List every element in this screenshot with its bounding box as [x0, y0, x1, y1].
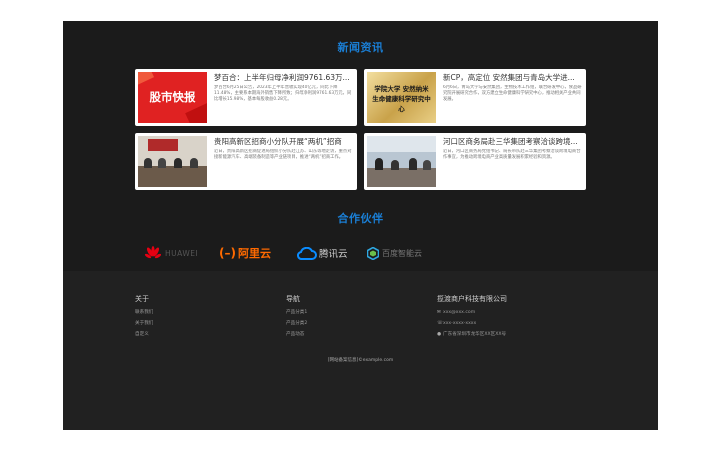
news-thumbnail: 股市快报	[138, 72, 207, 123]
news-card[interactable]: 股市快报 梦百合：上半年归母净利润9761.63万... 梦百合6月25日公告，…	[135, 69, 357, 126]
partner-logo-aliyun[interactable]: (–) 阿里云	[219, 243, 271, 263]
thumbnail-text: 学院大学 安然纳米 生命健康科学研究中心	[372, 85, 431, 113]
footer-email-text: xxx@xxx.com	[443, 310, 476, 315]
news-title[interactable]: 河口区商务局赴三华集团考察洽谈跨境...	[443, 137, 582, 147]
footer-nav-title: 导航	[286, 295, 300, 303]
news-description: 近日，河口区商务局党组书记、局长带队赴三华集团考察洽谈跨境电商合作事宜，为推动跨…	[443, 149, 581, 160]
partners-section-title: 合作伙伴	[337, 212, 384, 225]
news-description: 6月6日，青岛大学与安然集团，生物技术工作组，联合研发中心，食品研究院开展研究合…	[443, 85, 582, 102]
partner-logo-tencent[interactable]: 腾讯云	[297, 243, 348, 263]
news-thumbnail	[138, 136, 207, 187]
news-title[interactable]: 新CP，高定位 安然集团与青岛大学进...	[443, 73, 582, 83]
footer-link-category-2[interactable]: 产品分类2	[286, 321, 307, 327]
footer-email: ✉ xxx@xxx.com	[437, 310, 475, 316]
footer: 关于 联系我们 关于我们 自定义 导航 产品分类1 产品分类2 产品动态 揽渡商…	[63, 271, 658, 430]
partner-logo-baidu[interactable]: 百度智能云	[367, 243, 422, 263]
baidu-cloud-icon	[367, 246, 379, 260]
news-title[interactable]: 梦百合：上半年归母净利润9761.63万...	[214, 73, 353, 83]
footer-link-custom[interactable]: 自定义	[135, 332, 149, 338]
footer-link-about[interactable]: 关于我们	[135, 321, 153, 327]
thumbnail-text: 股市快报	[149, 90, 196, 104]
news-title[interactable]: 贵阳高新区招商小分队开展“两机”招商	[214, 137, 353, 147]
news-description: 梦百合6月25日公告，2023年上半年营收实现40亿元，同比下降11.48%，主…	[214, 85, 352, 102]
news-description: 近日，贵阳高新区招商促进局组织小分队赴江苏、山东等地走访，重点对接新能源汽车、高…	[214, 149, 352, 160]
news-thumbnail	[367, 136, 436, 187]
huawei-flower-icon	[145, 246, 161, 259]
footer-company-title: 揽渡商户科技有限公司	[437, 295, 507, 303]
partner-logo-huawei[interactable]: HUAWEI	[145, 243, 198, 263]
news-card[interactable]: 贵阳高新区招商小分队开展“两机”招商 近日，贵阳高新区招商促进局组织小分队赴江苏…	[135, 133, 357, 190]
tencent-cloud-icon	[297, 246, 317, 260]
partner-logo-text: 百度智能云	[382, 248, 422, 258]
footer-phone-text: xxx-xxxx-xxxx	[443, 321, 477, 326]
aliyun-bracket-icon: (–)	[219, 246, 236, 260]
partner-logo-text: HUAWEI	[165, 248, 199, 258]
footer-link-category-1[interactable]: 产品分类1	[286, 310, 307, 316]
footer-about-title: 关于	[135, 295, 149, 303]
news-card[interactable]: 河口区商务局赴三华集团考察洽谈跨境... 近日，河口区商务局党组书记、局长带队赴…	[364, 133, 586, 190]
copyright[interactable]: [网站备案信息]©example.com	[63, 357, 658, 363]
footer-phone: ☏xxx-xxxx-xxxx	[437, 321, 476, 327]
news-thumbnail: 学院大学 安然纳米 生命健康科学研究中心	[367, 72, 436, 123]
news-card[interactable]: 学院大学 安然纳米 生命健康科学研究中心 新CP，高定位 安然集团与青岛大学进.…	[364, 69, 586, 126]
partner-logo-text: 腾讯云	[319, 249, 348, 260]
partner-logos: HUAWEI (–) 阿里云 腾讯云 百度智能云	[145, 243, 445, 263]
partner-logo-text: 阿里云	[237, 247, 271, 260]
footer-link-product-news[interactable]: 产品动态	[286, 332, 304, 338]
page-container: 新闻资讯 股市快报 梦百合：上半年归母净利润9761.63万... 梦百合6月2…	[63, 21, 658, 430]
footer-address-text: 广东省深圳市龙华区XX区XX号	[443, 332, 507, 337]
footer-link-contact[interactable]: 联系我们	[135, 310, 153, 316]
news-grid: 股市快报 梦百合：上半年归母净利润9761.63万... 梦百合6月25日公告，…	[135, 69, 587, 190]
footer-address: ● 广东省深圳市龙华区XX区XX号	[437, 332, 506, 338]
news-section-title: 新闻资讯	[337, 41, 384, 54]
